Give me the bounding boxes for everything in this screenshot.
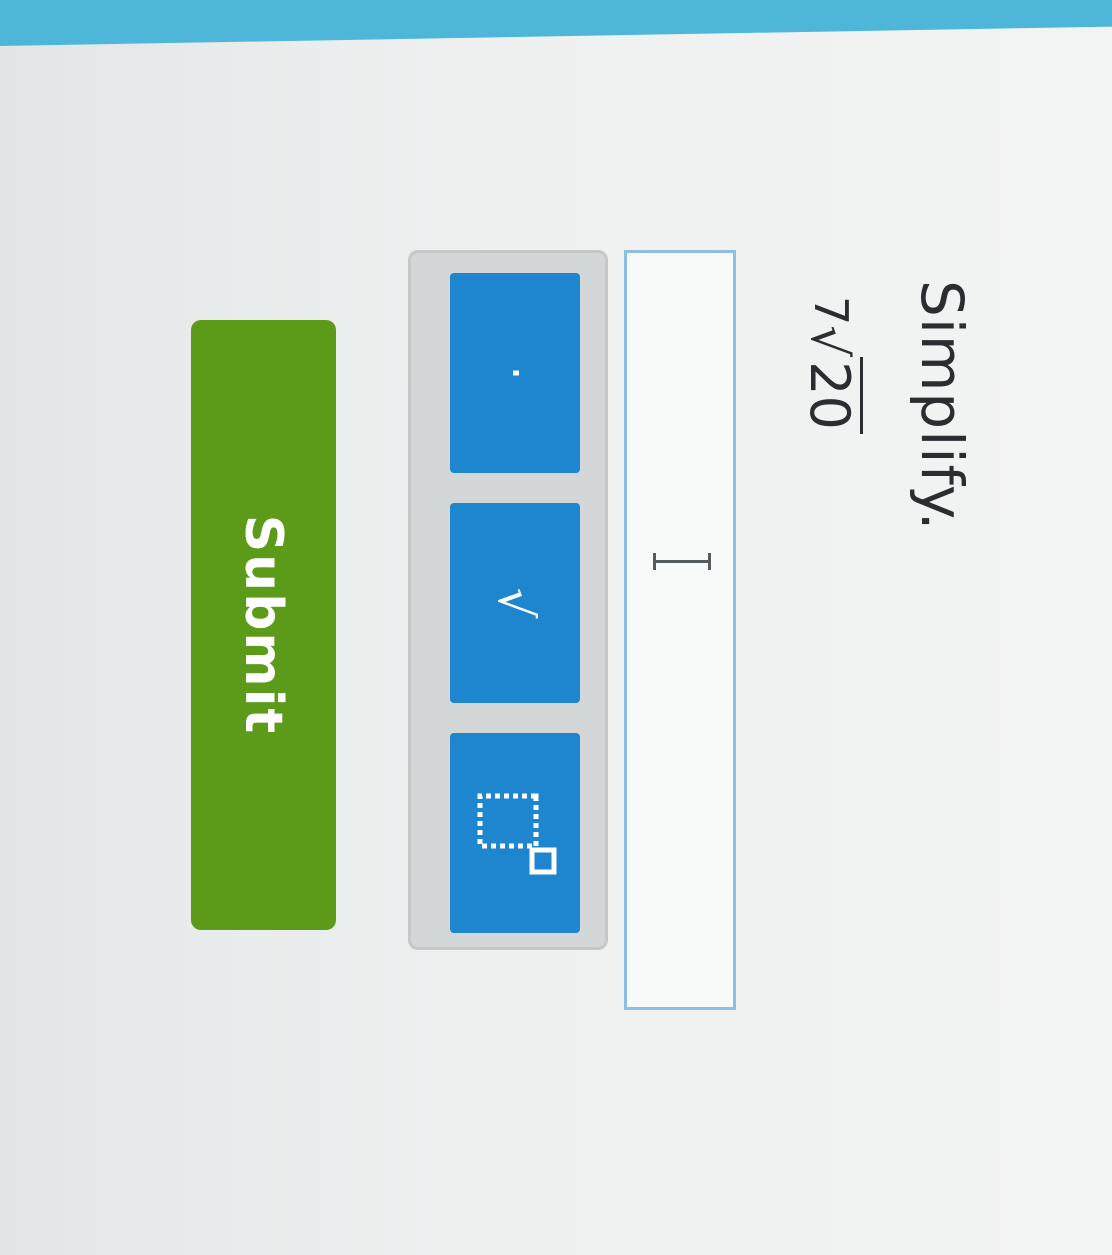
answer-input[interactable]: [624, 250, 736, 1010]
math-expression: 7 √ 20: [796, 296, 876, 434]
superscript-exponent-icon: [477, 793, 557, 875]
page: Simplify. 7 √ 20 · √ Submit: [0, 0, 1112, 1255]
square-root-key[interactable]: √: [450, 503, 580, 703]
text-cursor-icon: [651, 553, 713, 570]
question-panel: Simplify. 7 √ 20 · √ Submit: [86, 120, 1026, 1120]
question-prompt: Simplify.: [908, 280, 976, 532]
radical-symbol: √: [800, 325, 858, 358]
expression-coefficient: 7: [804, 296, 858, 326]
math-keypad: · √: [408, 250, 608, 950]
multiply-dot-key[interactable]: ·: [450, 273, 580, 473]
square-root-icon: √: [487, 587, 543, 619]
submit-button[interactable]: Submit: [191, 320, 336, 930]
expression-radicand: 20: [798, 357, 863, 434]
exponent-key[interactable]: [450, 733, 580, 933]
header-bar: [0, 0, 1112, 47]
multiplication-dot-icon: ·: [487, 365, 543, 381]
